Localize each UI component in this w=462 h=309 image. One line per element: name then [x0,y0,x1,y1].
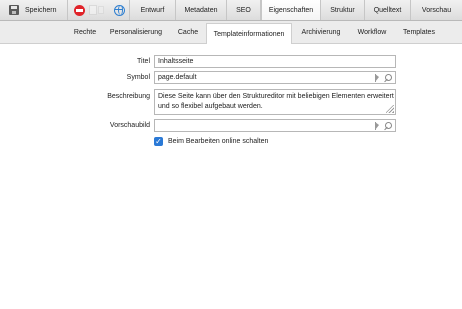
tab-quelltext[interactable]: Quelltext [365,0,411,20]
tab-entwurf[interactable]: Entwurf [130,0,176,20]
tab-vorschau[interactable]: Vorschau [411,0,462,20]
online-edit-label[interactable]: Beim Bearbeiten online schalten [168,138,268,145]
symbol-field-icons [375,74,392,82]
document-icon[interactable] [89,5,97,15]
subtab-archivierung[interactable]: Archivierung [294,23,348,42]
subtab-templateinformationen[interactable]: Templateinformationen [206,23,292,44]
symbol-value: page.default [158,74,197,81]
cursor-icon[interactable] [375,74,381,82]
search-icon[interactable] [384,122,392,130]
sub-tab-bar: Rechte Personalisierung Cache Templatein… [0,21,462,44]
subtab-cache[interactable]: Cache [170,23,206,42]
description-value: Diese Seite kann über den Struktureditor… [158,93,394,110]
search-icon[interactable] [384,74,392,82]
title-field[interactable]: Inhaltsseite [154,55,396,68]
online-edit-checkbox[interactable]: ✓ [154,137,163,146]
stop-icon[interactable] [74,4,85,16]
document-copy-icon [98,6,104,14]
description-textarea[interactable]: Diese Seite kann über den Struktureditor… [154,89,396,115]
preview-image-field[interactable] [154,119,396,132]
subtab-personalisierung[interactable]: Personalisierung [104,23,168,42]
resize-handle-icon[interactable] [386,105,394,113]
subtab-templates[interactable]: Templates [396,23,442,42]
title-label: Titel [137,58,150,65]
save-button[interactable]: Speichern [0,0,68,20]
globe-icon[interactable] [114,4,125,16]
preview-image-label: Vorschaubild [109,122,150,129]
main-toolbar: Speichern Entwurf Metadaten SEO Eigensch… [0,0,462,21]
symbol-label: Symbol [126,74,150,81]
cursor-icon[interactable] [375,122,381,130]
subtab-rechte[interactable]: Rechte [68,23,102,42]
description-label: Beschreibung [107,93,150,100]
toolbar-icon-group [68,0,130,20]
preview-image-field-icons [375,122,392,130]
tab-seo[interactable]: SEO [227,0,261,20]
subtab-workflow[interactable]: Workflow [350,23,394,42]
tab-eigenschaften[interactable]: Eigenschaften [261,0,321,20]
symbol-field[interactable]: page.default [154,71,396,84]
tab-struktur[interactable]: Struktur [321,0,365,20]
save-button-label: Speichern [25,6,57,14]
tab-metadaten[interactable]: Metadaten [176,0,227,20]
online-edit-row: ✓ Beim Bearbeiten online schalten [154,137,268,146]
save-icon [9,5,19,15]
